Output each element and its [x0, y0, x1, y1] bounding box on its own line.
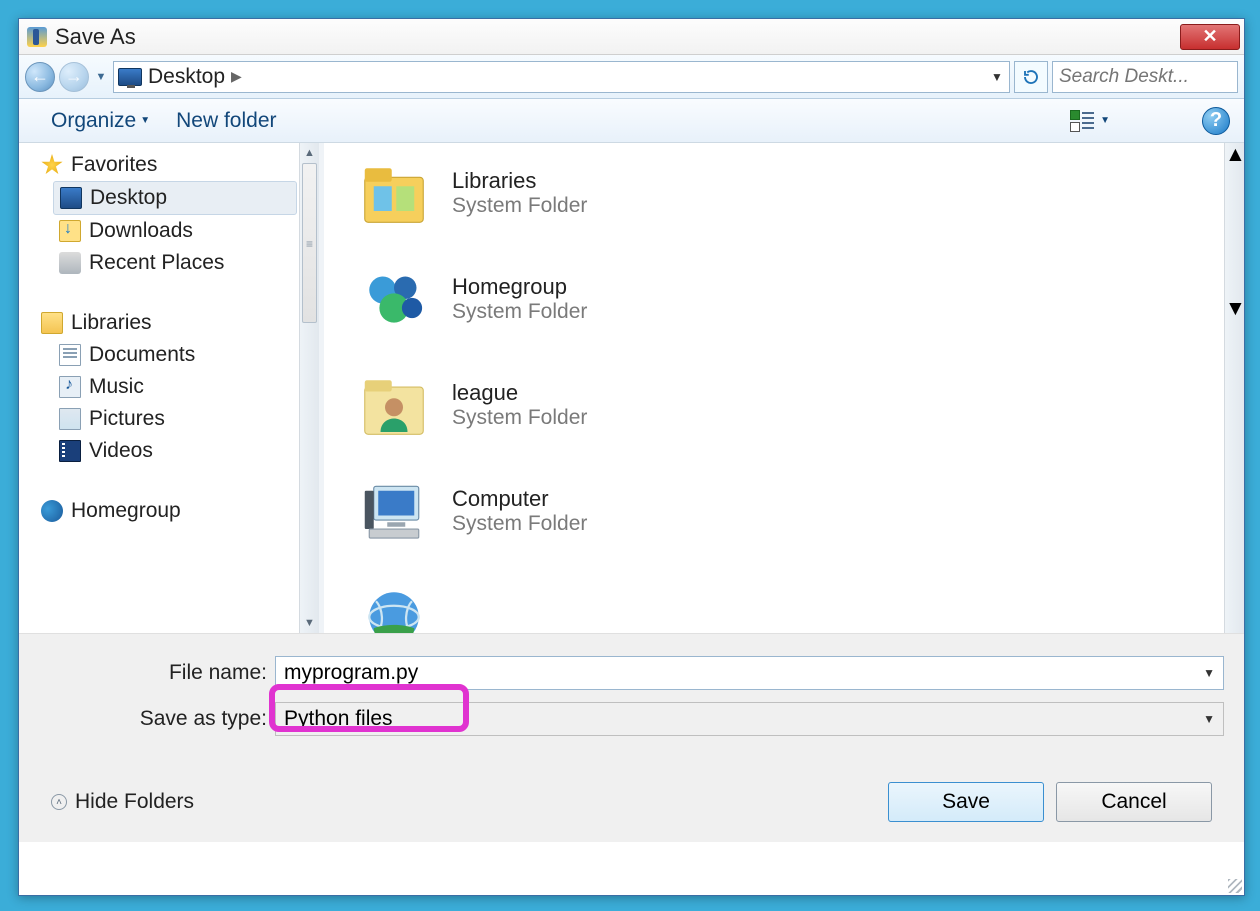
- savetype-value: Python files: [284, 707, 393, 731]
- homegroup-icon: [41, 500, 63, 522]
- scroll-down-icon[interactable]: ▼: [300, 613, 319, 633]
- hide-folders-link[interactable]: Hide Folders: [75, 790, 194, 814]
- filename-label: File name:: [39, 661, 275, 685]
- videos-icon: [59, 440, 81, 462]
- footer: ˄ Hide Folders Save Cancel: [39, 748, 1224, 830]
- filename-dropdown[interactable]: ▼: [1203, 666, 1215, 680]
- recent-icon: [59, 252, 81, 274]
- bottom-panel: File name: myprogram.py ▼ Save as type: …: [19, 633, 1244, 842]
- savetype-row: Save as type: Python files ▼: [39, 702, 1224, 736]
- savetype-dropdown[interactable]: ▼: [1203, 712, 1215, 726]
- breadcrumb-desktop[interactable]: Desktop: [148, 65, 225, 89]
- cancel-button[interactable]: Cancel: [1056, 782, 1212, 822]
- filename-row: File name: myprogram.py ▼: [39, 656, 1224, 690]
- folder-item-computer[interactable]: Computer System Folder: [354, 471, 1236, 551]
- search-input[interactable]: [1059, 66, 1260, 88]
- refresh-button[interactable]: [1014, 61, 1048, 93]
- file-list[interactable]: Libraries System Folder Homegroup System…: [324, 143, 1244, 633]
- downloads-icon: [59, 220, 81, 242]
- folder-item-user[interactable]: league System Folder: [354, 365, 1236, 445]
- pictures-icon: [59, 408, 81, 430]
- location-dropdown[interactable]: ▼: [987, 70, 1007, 84]
- back-button[interactable]: ←: [25, 62, 55, 92]
- window-title: Save As: [55, 24, 1180, 50]
- scroll-thumb[interactable]: [302, 163, 317, 323]
- libraries-large-icon: [354, 153, 434, 233]
- documents-icon: [59, 344, 81, 366]
- savetype-label: Save as type:: [39, 707, 275, 731]
- sidebar-item-recent-places[interactable]: Recent Places: [19, 247, 319, 279]
- savetype-input[interactable]: Python files ▼: [275, 702, 1224, 736]
- sidebar-item-music[interactable]: Music: [19, 371, 319, 403]
- sidebar-item-videos[interactable]: Videos: [19, 435, 319, 467]
- resize-grip[interactable]: [1228, 879, 1242, 893]
- save-button[interactable]: Save: [888, 782, 1044, 822]
- network-large-icon: [354, 577, 434, 633]
- desktop-icon: [60, 187, 82, 209]
- sidebar-group-favorites[interactable]: Favorites: [19, 149, 319, 181]
- view-options-button[interactable]: ▼: [1070, 110, 1110, 132]
- desktop-icon: [118, 68, 142, 86]
- sidebar-item-pictures[interactable]: Pictures: [19, 403, 319, 435]
- location-bar[interactable]: Desktop ▶ ▼: [113, 61, 1010, 93]
- help-button[interactable]: ?: [1202, 107, 1230, 135]
- folder-item-network[interactable]: [354, 577, 1236, 633]
- folder-item-libraries[interactable]: Libraries System Folder: [354, 153, 1236, 233]
- navigation-bar: ← → ▼ Desktop ▶ ▼: [19, 55, 1244, 99]
- titlebar[interactable]: Save As ✕: [19, 19, 1244, 55]
- collapse-icon[interactable]: ˄: [51, 794, 67, 810]
- navigation-pane: Favorites Desktop Downloads Recent Place…: [19, 143, 319, 633]
- scroll-track[interactable]: [300, 323, 319, 613]
- user-folder-large-icon: [354, 365, 434, 445]
- computer-large-icon: [354, 471, 434, 551]
- star-icon: [41, 154, 63, 176]
- filename-value: myprogram.py: [284, 661, 418, 685]
- close-button[interactable]: ✕: [1180, 24, 1240, 50]
- main-scrollbar[interactable]: ▲ ▼: [1224, 143, 1244, 633]
- nav-history-dropdown[interactable]: ▼: [93, 62, 109, 92]
- scroll-down-icon[interactable]: ▼: [1225, 297, 1244, 321]
- new-folder-button[interactable]: New folder: [176, 109, 276, 133]
- homegroup-large-icon: [354, 259, 434, 339]
- save-as-dialog: Save As ✕ ← → ▼ Desktop ▶ ▼ Organize▼ Ne…: [18, 18, 1245, 896]
- sidebar-group-homegroup[interactable]: Homegroup: [19, 495, 319, 527]
- sidebar-item-documents[interactable]: Documents: [19, 339, 319, 371]
- sidebar-item-desktop[interactable]: Desktop: [53, 181, 297, 215]
- sidebar-group-libraries[interactable]: Libraries: [19, 307, 319, 339]
- sidebar-scrollbar[interactable]: ▲ ▼: [299, 143, 319, 633]
- scroll-thumb[interactable]: [1225, 167, 1244, 297]
- search-box[interactable]: [1052, 61, 1238, 93]
- scroll-up-icon[interactable]: ▲: [1225, 143, 1244, 167]
- sidebar-item-downloads[interactable]: Downloads: [19, 215, 319, 247]
- scroll-up-icon[interactable]: ▲: [300, 143, 319, 163]
- filename-input[interactable]: myprogram.py ▼: [275, 656, 1224, 690]
- music-icon: [59, 376, 81, 398]
- libraries-icon: [41, 312, 63, 334]
- organize-button[interactable]: Organize▼: [51, 109, 150, 133]
- folder-item-homegroup[interactable]: Homegroup System Folder: [354, 259, 1236, 339]
- python-icon: [27, 27, 47, 47]
- breadcrumb-separator[interactable]: ▶: [231, 68, 242, 85]
- forward-button[interactable]: →: [59, 62, 89, 92]
- content-area: Favorites Desktop Downloads Recent Place…: [19, 143, 1244, 633]
- toolbar: Organize▼ New folder ▼ ?: [19, 99, 1244, 143]
